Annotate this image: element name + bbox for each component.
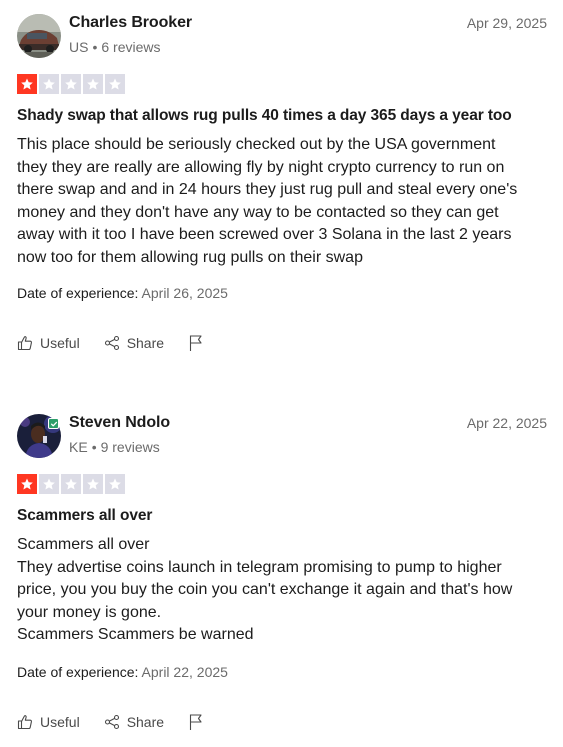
review-body-line: they they are really are allowing fly by… xyxy=(17,158,505,176)
report-button[interactable] xyxy=(188,334,204,352)
flag-icon xyxy=(189,335,202,351)
review-body-line: now too for them allowing rug pulls on t… xyxy=(17,248,363,266)
reviewer-country: US xyxy=(69,39,89,55)
useful-label: Useful xyxy=(40,335,80,351)
useful-button[interactable]: Useful xyxy=(17,714,80,730)
useful-label: Useful xyxy=(40,714,80,730)
review-date: Apr 29, 2025 xyxy=(466,15,547,31)
star-rating xyxy=(17,474,125,494)
reviewer-name[interactable]: Charles Brooker xyxy=(69,14,192,32)
review-body: This place should be seriously checked o… xyxy=(17,134,557,269)
experience-date: April 22, 2025 xyxy=(141,664,228,680)
star-icon xyxy=(61,474,81,494)
avatar-photo xyxy=(17,14,61,58)
star-icon xyxy=(17,474,37,494)
verified-badge xyxy=(48,418,59,429)
reviewer-meta: KE • 9 reviews xyxy=(69,439,160,455)
useful-button[interactable]: Useful xyxy=(17,335,80,351)
experience-date: April 26, 2025 xyxy=(141,285,228,301)
review-body-line: money and they don't have any way to be … xyxy=(17,203,499,221)
star-rating xyxy=(17,74,125,94)
review-body-line: Scammers all over xyxy=(17,536,150,553)
review-title[interactable]: Scammers all over xyxy=(17,507,152,525)
share-icon xyxy=(104,714,119,730)
review-body-line: price, you you buy the coin you can't ex… xyxy=(17,581,513,598)
report-button[interactable] xyxy=(188,713,204,731)
share-button[interactable]: Share xyxy=(104,335,164,351)
reviewer-review-count: 6 reviews xyxy=(101,39,161,55)
star-icon xyxy=(17,74,37,94)
separator-dot: • xyxy=(91,439,97,455)
experience-label: Date of experience: xyxy=(17,285,139,301)
review-body-line: away with it too I have been screwed ove… xyxy=(17,226,512,243)
reviewer-name[interactable]: Steven Ndolo xyxy=(69,414,170,432)
review-body-line: This place should be seriously checked o… xyxy=(17,136,496,153)
thumbs-up-icon xyxy=(17,336,32,351)
reviewer-country: KE xyxy=(69,439,88,455)
date-of-experience: Date of experience: April 26, 2025 xyxy=(17,285,228,301)
review-title[interactable]: Shady swap that allows rug pulls 40 time… xyxy=(17,107,512,125)
review-actions: Useful Share xyxy=(17,334,204,352)
star-icon xyxy=(61,74,81,94)
star-icon xyxy=(83,74,103,94)
thumbs-up-icon xyxy=(17,715,32,730)
review-body-line: your money is gone. xyxy=(17,603,162,621)
share-label: Share xyxy=(126,714,165,730)
share-icon xyxy=(104,335,119,351)
star-icon xyxy=(105,74,125,94)
star-icon xyxy=(105,474,125,494)
share-button[interactable]: Share xyxy=(104,714,164,730)
checkmark-icon xyxy=(50,421,57,426)
avatar[interactable] xyxy=(17,14,61,58)
star-icon xyxy=(39,74,59,94)
experience-label: Date of experience: xyxy=(17,664,139,680)
share-label: Share xyxy=(126,335,165,351)
review-body-line: They advertise coins launch in telegram … xyxy=(17,558,502,576)
date-of-experience: Date of experience: April 22, 2025 xyxy=(17,664,228,680)
separator-dot: • xyxy=(92,39,98,55)
star-icon xyxy=(39,474,59,494)
flag-icon xyxy=(189,714,202,730)
review-body-line: there swap and and in 24 hours they just… xyxy=(17,181,518,198)
review-body-line: Scammers Scammers be warned xyxy=(17,626,254,643)
review-date: Apr 22, 2025 xyxy=(466,415,547,431)
review-actions: Useful Share xyxy=(17,713,204,731)
reviewer-review-count: 9 reviews xyxy=(100,439,160,455)
review-body: Scammers all over They advertise coins l… xyxy=(17,534,557,647)
star-icon xyxy=(83,474,103,494)
reviewer-meta: US • 6 reviews xyxy=(69,39,161,55)
